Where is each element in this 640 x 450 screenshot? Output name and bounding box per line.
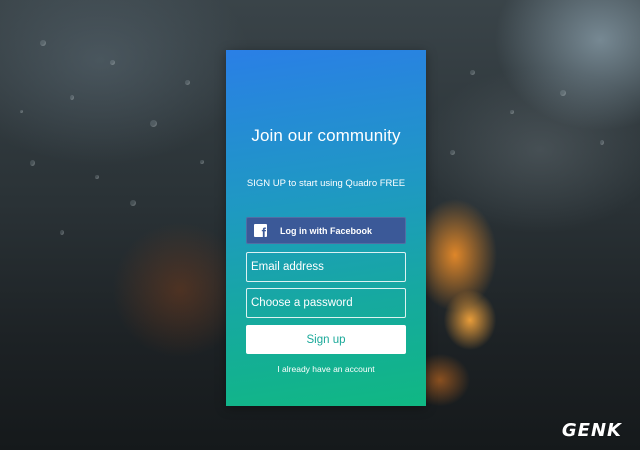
rain-drop xyxy=(450,150,455,155)
rain-drop xyxy=(200,160,204,164)
rain-drop xyxy=(130,200,136,206)
card-subtitle: SIGN UP to start using Quadro FREE xyxy=(246,178,406,189)
rain-drop xyxy=(470,70,475,75)
facebook-login-button[interactable]: f Log in with Facebook xyxy=(246,217,406,244)
rain-drop xyxy=(150,120,157,127)
existing-account-link[interactable]: I already have an account xyxy=(226,364,426,374)
rain-drop xyxy=(40,40,46,46)
rain-drop xyxy=(110,60,115,65)
signup-card: Join our community SIGN UP to start usin… xyxy=(226,50,426,406)
facebook-icon: f xyxy=(254,224,267,239)
email-field[interactable] xyxy=(246,252,406,282)
rain-drop xyxy=(95,175,99,179)
sign-up-button[interactable]: Sign up xyxy=(246,325,406,354)
rain-drop xyxy=(510,110,514,114)
rain-drop xyxy=(60,230,64,235)
facebook-login-label: Log in with Facebook xyxy=(280,225,372,236)
watermark-logo: GENK xyxy=(561,420,622,441)
rain-drop xyxy=(185,80,190,85)
rain-drop xyxy=(20,110,23,113)
rain-drop xyxy=(70,95,74,100)
rain-drop xyxy=(30,160,35,166)
card-title: Join our community xyxy=(251,126,401,145)
rain-drop xyxy=(560,90,566,96)
rain-drop xyxy=(600,140,604,145)
password-field[interactable] xyxy=(246,288,406,318)
